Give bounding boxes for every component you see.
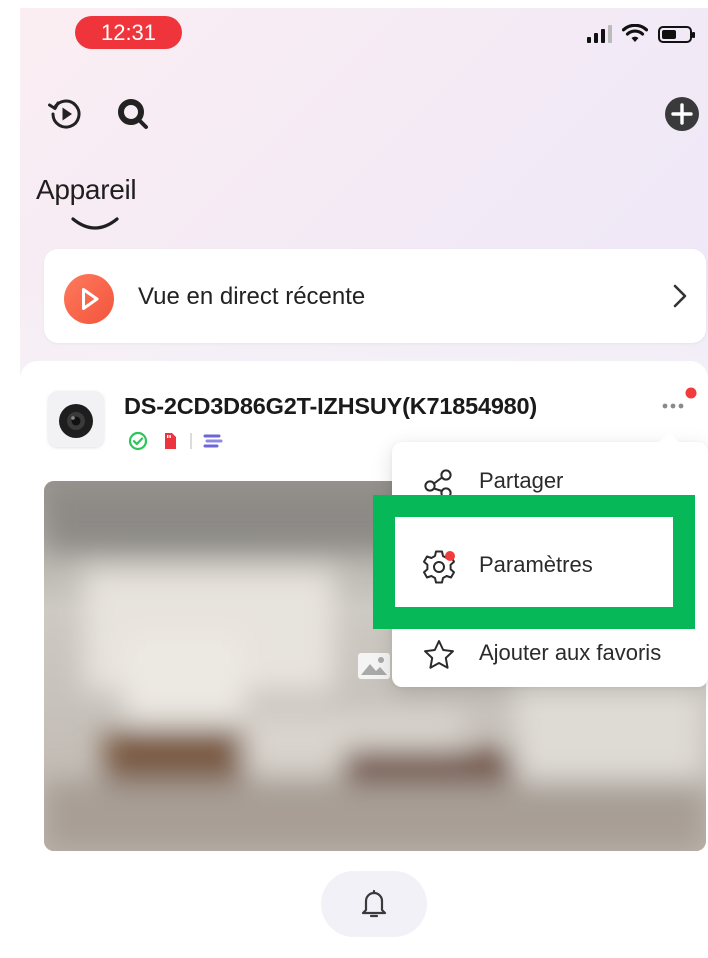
page-title: Appareil [36,174,137,205]
menu-item-add-favorite-label: Ajouter aux favoris [479,640,662,665]
chevron-right-icon [673,284,687,308]
add-device-icon[interactable] [662,94,702,134]
more-options-icon[interactable] [658,387,702,417]
device-name[interactable]: DS-2CD3D86G2T-IZHSUY(K71854980) [124,393,537,420]
online-status-icon [128,431,148,451]
menu-item-share-label: Partager [479,468,564,493]
star-icon [424,640,454,669]
wifi-icon [622,24,648,42]
app-screen: 12:31 Appareil Vue en direct récente DS-… [20,8,708,958]
playback-history-icon[interactable] [46,94,86,134]
status-icons [587,24,695,44]
sd-card-icon [165,433,176,449]
camera-icon [59,404,93,438]
status-time: 12:31 [75,16,182,49]
recent-live-view-card[interactable]: Vue en direct récente [44,249,706,343]
cellular-signal-icon [587,25,612,43]
search-icon[interactable] [113,94,153,134]
device-status-row [128,431,224,451]
highlight-annotation [373,495,695,629]
battery-icon [658,25,695,43]
recent-live-play-icon [64,274,114,324]
bell-icon [361,889,387,918]
title-underline-decoration [71,217,119,230]
recent-live-label: Vue en direct récente [138,283,366,310]
alarm-notification-button[interactable] [321,871,427,937]
camera-thumbnail[interactable] [48,391,104,447]
cloud-storage-icon [203,434,223,448]
image-placeholder-icon [358,653,390,679]
